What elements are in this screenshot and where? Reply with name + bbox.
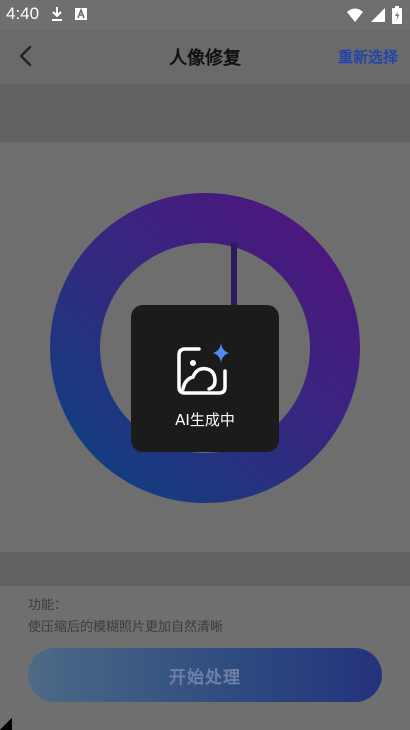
status-bar: 4:40 xyxy=(0,0,410,30)
start-processing-button[interactable]: 开始处理 xyxy=(28,648,382,702)
start-processing-label: 开始处理 xyxy=(169,667,241,688)
status-icons-left xyxy=(50,6,88,22)
status-icons-right xyxy=(346,6,402,24)
image-sparkle-icon xyxy=(177,343,229,395)
loading-toast: AI生成中 xyxy=(131,305,279,452)
corner-decoration xyxy=(0,718,12,730)
header: 人像修复 重新选择 xyxy=(0,30,410,84)
signal-icon xyxy=(371,8,385,22)
status-time: 4:40 xyxy=(6,4,40,23)
feature-title: 功能： xyxy=(28,598,68,613)
bottom-section: 功能： 使压缩后的模糊照片更加自然清晰 开始处理 xyxy=(0,586,410,730)
content-top-band xyxy=(0,84,410,142)
feature-description: 使压缩后的模糊照片更加自然清晰 xyxy=(28,620,224,635)
battery-icon xyxy=(392,6,402,24)
wifi-icon xyxy=(347,8,363,22)
a-icon xyxy=(75,7,87,20)
reselect-button[interactable]: 重新选择 xyxy=(338,46,398,67)
download-icon xyxy=(52,7,62,21)
content-lower-band xyxy=(0,552,410,586)
loading-text: AI生成中 xyxy=(175,411,235,429)
